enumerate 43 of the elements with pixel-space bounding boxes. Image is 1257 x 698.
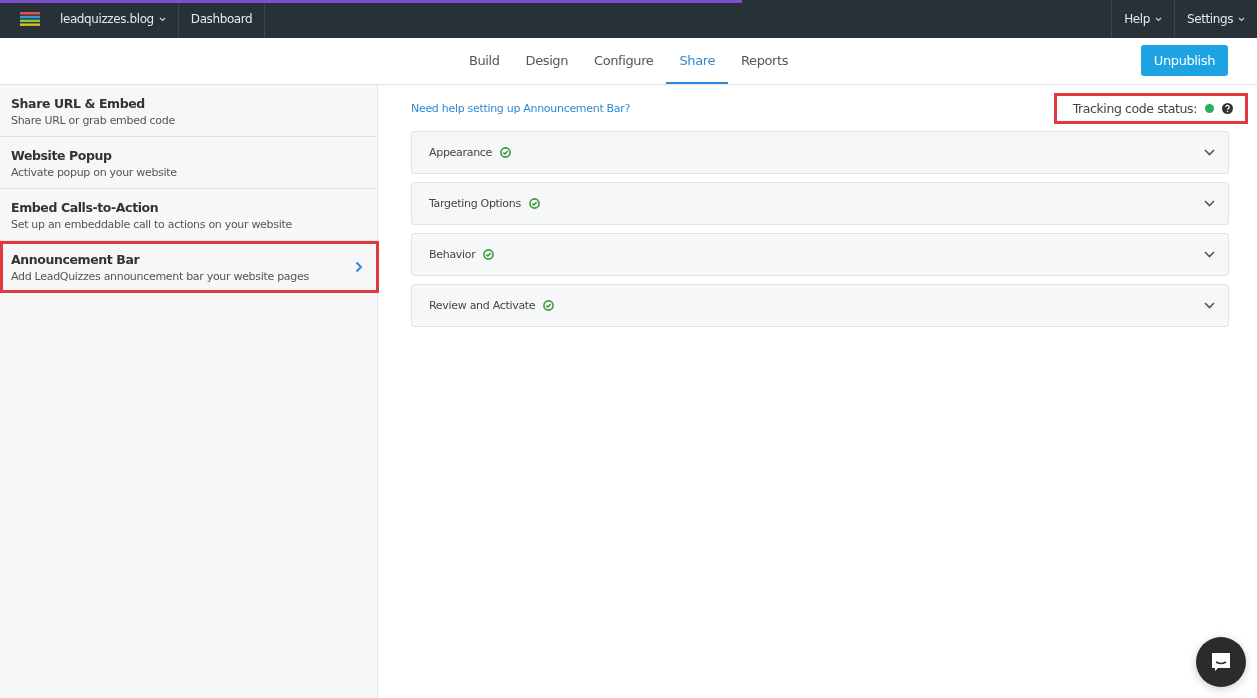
caret-icon xyxy=(1238,16,1245,22)
sidebar-item[interactable]: Website Popup Activate popup on your website xyxy=(0,137,377,189)
status-label: Tracking code status: xyxy=(1072,100,1197,116)
chevron-down-icon xyxy=(1204,302,1215,309)
chevron-down-icon xyxy=(1204,251,1215,258)
nav-tab[interactable]: Build xyxy=(455,38,513,84)
item-description: Set up an embeddable call to actions on your website xyxy=(11,217,293,231)
accordion-section[interactable]: Targeting Options xyxy=(411,182,1229,225)
item-title: Share URL & Embed xyxy=(11,95,146,111)
help-menu[interactable]: Help xyxy=(1111,0,1174,38)
nav-tab[interactable]: Share xyxy=(666,38,728,84)
chat-icon xyxy=(1210,651,1232,673)
site-menu[interactable]: leadquizzes.blog xyxy=(60,0,179,38)
item-title: Announcement Bar xyxy=(11,251,141,267)
accordion-section[interactable]: Review and Activate xyxy=(411,284,1229,327)
section-title: Appearance xyxy=(429,146,493,159)
nav-tab[interactable]: Design xyxy=(512,38,582,84)
sidebar-item[interactable]: Embed Calls-to-Action Set up an embeddable call to actions on your website xyxy=(0,189,377,241)
chevron-down-icon xyxy=(1204,149,1215,156)
nav-tab[interactable]: Configure xyxy=(581,38,667,84)
help-link[interactable]: Need help setting up Announcement Bar? xyxy=(411,101,631,115)
chevron-down-icon xyxy=(1204,200,1215,207)
item-description: Share URL or grab embed code xyxy=(11,113,176,127)
item-title: Website Popup xyxy=(11,147,113,163)
dashboard-link[interactable]: Dashboard xyxy=(178,0,266,38)
chat-button[interactable] xyxy=(1196,637,1246,687)
accordion-section[interactable]: Appearance xyxy=(411,131,1229,174)
item-description: Add LeadQuizzes announcement bar your website pages xyxy=(11,269,310,283)
caret-icon xyxy=(1154,16,1162,22)
sidebar-item[interactable]: Share URL & Embed Share URL or grab embed code xyxy=(0,85,377,137)
logo-icon[interactable] xyxy=(20,12,40,26)
section-title: Targeting Options xyxy=(429,197,521,210)
settings-menu[interactable]: Settings xyxy=(1173,0,1257,38)
item-title: Embed Calls-to-Action xyxy=(11,199,160,215)
chevron-right-icon xyxy=(355,261,363,273)
nav-tab[interactable]: Reports xyxy=(728,38,802,84)
section-title: Behavior xyxy=(429,248,476,261)
accordion-section[interactable]: Behavior xyxy=(411,233,1229,276)
section-title: Review and Activate xyxy=(429,299,536,312)
help-icon[interactable] xyxy=(1222,102,1233,114)
item-description: Activate popup on your website xyxy=(11,165,178,179)
caret-icon xyxy=(158,16,166,22)
sidebar-item[interactable]: Announcement Bar Add LeadQuizzes announcement bar your website pages xyxy=(0,241,379,293)
